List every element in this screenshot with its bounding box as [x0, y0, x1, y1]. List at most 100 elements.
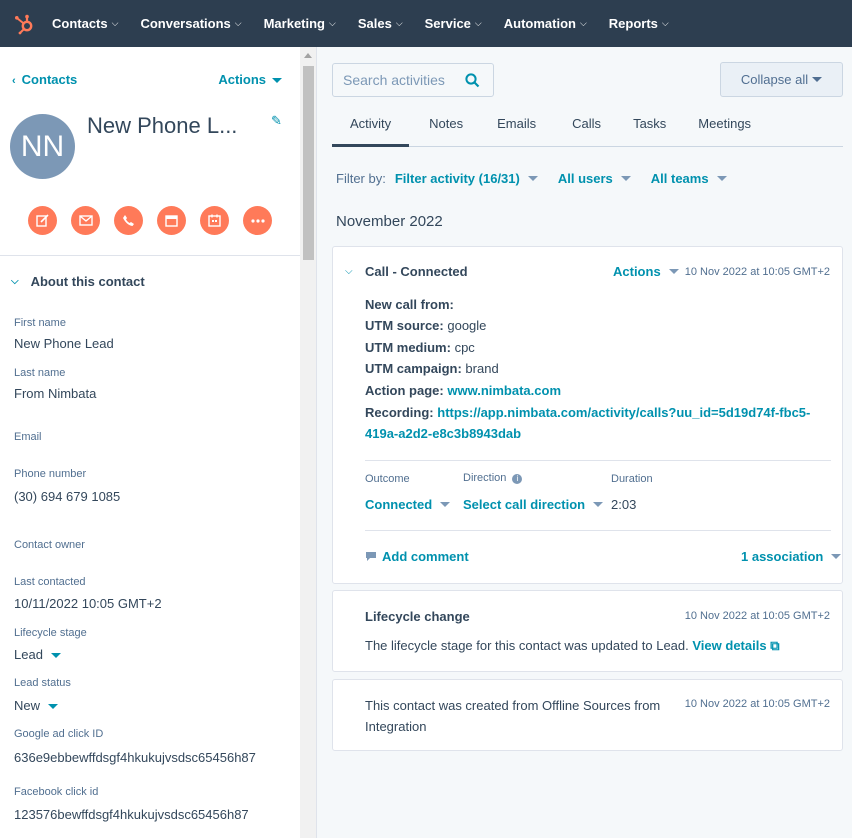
search-input[interactable] — [343, 72, 461, 88]
add-comment-button[interactable]: Add comment — [365, 549, 469, 564]
lifecycle-text: The lifecycle stage for this contact was… — [365, 638, 689, 653]
avatar[interactable]: NN — [10, 114, 75, 179]
field-value-last-name[interactable]: From Nimbata — [14, 386, 96, 401]
chevron-down-icon[interactable]: ⌵ — [345, 266, 353, 277]
chevron-down-icon: ⌵ — [395, 18, 403, 28]
field-value-contact-owner[interactable] — [14, 557, 284, 573]
utm-campaign-label: UTM campaign: — [365, 361, 462, 376]
caret-down-icon — [831, 554, 842, 559]
filter-bar: Filter by: Filter activity (16/31) All u… — [336, 171, 747, 186]
nav-sales[interactable]: Sales ⌵ — [358, 16, 403, 31]
field-label-lifecycle: Lifecycle stage — [14, 627, 87, 639]
note-icon[interactable] — [28, 206, 57, 235]
nav-service[interactable]: Service ⌵ — [425, 16, 482, 31]
chevron-down-icon: ⌵ — [474, 18, 482, 28]
utm-source-line: UTM source: google — [365, 318, 486, 333]
nav-conversations[interactable]: Conversations ⌵ — [140, 16, 241, 31]
call-icon[interactable] — [114, 206, 143, 235]
meeting-icon[interactable] — [200, 206, 229, 235]
info-icon[interactable]: i — [512, 474, 523, 484]
nav-label: Conversations — [140, 16, 231, 31]
action-page-line: Action page: www.nimbata.com — [365, 383, 561, 398]
view-details-label: View details — [692, 638, 767, 653]
caret-down-icon — [716, 176, 727, 181]
hubspot-sprocket-icon[interactable] — [0, 0, 48, 47]
outcome-select[interactable]: Connected — [365, 497, 451, 512]
contact-actions-button[interactable]: Actions — [218, 72, 282, 87]
field-label-last-name: Last name — [14, 367, 66, 379]
contact-name: New Phone L... — [87, 113, 238, 138]
field-value-email[interactable] — [14, 450, 284, 466]
add-comment-label: Add comment — [382, 549, 469, 564]
caret-down-icon — [50, 653, 61, 659]
nav-label: Contacts — [52, 16, 108, 31]
collapse-all-button[interactable]: Collapse all — [720, 62, 843, 97]
scroll-up-arrow-icon[interactable] — [304, 53, 312, 58]
call-timestamp: 10 Nov 2022 at 10:05 GMT+2 — [684, 266, 830, 278]
field-value-fbclid[interactable]: 123576bewffdsgf4hkukujvsdsc65456h87 — [14, 807, 249, 822]
caret-down-icon — [48, 704, 59, 710]
all-users-label: All users — [557, 171, 613, 186]
lead-status-value: New — [14, 698, 41, 713]
recording-link[interactable]: https://app.nimbata.com/activity/calls?u… — [437, 405, 810, 420]
call-card-title[interactable]: Call - Connected — [365, 264, 468, 279]
nav-automation[interactable]: Automation ⌵ — [504, 16, 587, 31]
about-title: About this contact — [30, 274, 145, 289]
search-icon[interactable] — [465, 72, 480, 88]
field-value-phone[interactable]: (30) 694 679 1085 — [14, 489, 120, 504]
field-value-first-name[interactable]: New Phone Lead — [14, 336, 114, 351]
action-page-link[interactable]: www.nimbata.com — [447, 383, 561, 398]
email-icon[interactable] — [71, 206, 100, 235]
comment-icon — [366, 552, 376, 561]
nav-reports[interactable]: Reports ⌵ — [609, 16, 669, 31]
edit-pencil-icon[interactable]: ✎ — [271, 113, 282, 129]
nav-marketing[interactable]: Marketing ⌵ — [264, 16, 336, 31]
all-teams-dropdown[interactable]: All teams — [651, 171, 727, 186]
scrollbar-thumb[interactable] — [303, 66, 314, 260]
tab-tasks[interactable]: Tasks — [619, 105, 684, 146]
recording-label: Recording: — [365, 405, 434, 420]
search-box[interactable] — [332, 63, 494, 97]
back-to-contacts-link[interactable]: ‹ Contacts — [12, 72, 77, 87]
tab-meetings[interactable]: Meetings — [684, 105, 769, 146]
recording-line-2: 419a-a2d2-e8c3b8943dab — [365, 426, 521, 441]
chevron-down-icon: ⌵ — [11, 276, 19, 287]
direction-select[interactable]: Select call direction — [463, 497, 604, 512]
actions-label: Actions — [218, 72, 266, 87]
log-icon[interactable] — [157, 206, 186, 235]
field-value-last-contacted: 10/11/2022 10:05 GMT+2 — [14, 596, 162, 611]
call-actions-dropdown[interactable]: Actions — [613, 264, 679, 279]
nav-label: Sales — [357, 16, 392, 31]
sidebar-scrollbar[interactable] — [300, 47, 317, 838]
recording-link-continued[interactable]: 419a-a2d2-e8c3b8943dab — [365, 426, 521, 441]
filter-activity-dropdown[interactable]: Filter activity (16/31) — [395, 171, 538, 186]
association-dropdown[interactable]: 1 association — [741, 549, 842, 564]
caret-down-icon — [593, 502, 604, 507]
tab-calls[interactable]: Calls — [554, 105, 619, 146]
about-section-toggle[interactable]: ⌵ About this contact — [11, 274, 145, 289]
utm-medium-value: cpc — [454, 340, 475, 355]
tab-emails[interactable]: Emails — [481, 105, 554, 146]
nav-label: Reports — [608, 16, 658, 31]
lifecycle-timestamp: 10 Nov 2022 at 10:05 GMT+2 — [684, 610, 830, 622]
more-icon[interactable] — [243, 206, 272, 235]
filter-activity-label: Filter activity (16/31) — [394, 171, 520, 186]
tab-notes[interactable]: Notes — [409, 105, 481, 146]
duration-value: 2:03 — [611, 497, 637, 512]
sidebar-header: ‹ Contacts Actions — [12, 72, 282, 87]
field-value-gclid[interactable]: 636e9ebbewffdsgf4hkukujvsdsc65456h87 — [14, 750, 256, 765]
tab-activity[interactable]: Activity — [332, 105, 410, 147]
caret-down-icon — [440, 502, 451, 507]
lifecycle-stage-select[interactable]: Lead — [14, 647, 61, 662]
new-call-label: New call from: — [365, 297, 454, 312]
lifecycle-change-card: Lifecycle change 10 Nov 2022 at 10:05 GM… — [332, 590, 843, 672]
nav-contacts[interactable]: Contacts ⌵ — [52, 16, 118, 31]
view-details-link[interactable]: View details ⧉ — [692, 638, 779, 653]
outcome-label: Outcome — [365, 473, 410, 485]
month-heading: November 2022 — [336, 213, 443, 230]
all-users-dropdown[interactable]: All users — [558, 171, 631, 186]
activity-panel: Collapse all Activity Notes Emails Calls… — [318, 47, 852, 838]
lead-status-select[interactable]: New — [14, 698, 59, 713]
lifecycle-stage-value: Lead — [14, 647, 43, 662]
chevron-down-icon: ⌵ — [579, 18, 587, 28]
